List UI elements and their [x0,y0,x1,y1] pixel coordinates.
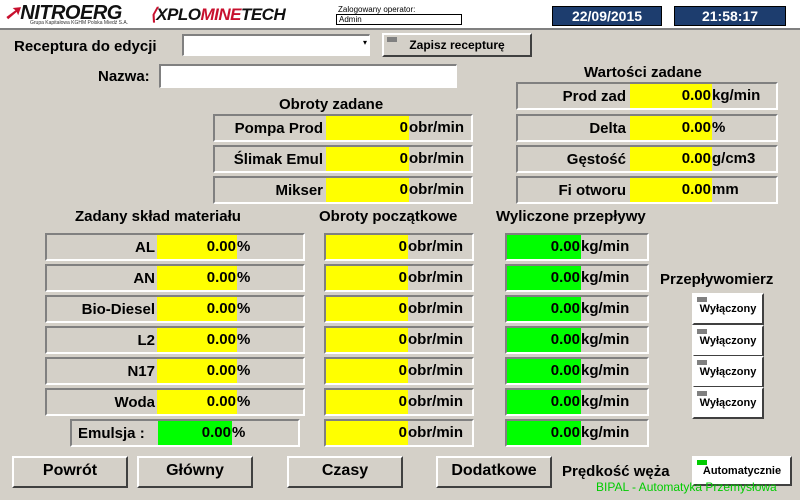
flowmeter-toggle[interactable]: Wyłączony [692,293,764,325]
composition-title: Zadany skład materiału [75,208,241,225]
recipe-label: Receptura do edycji [14,38,157,55]
footer-credit: BIPAL - Automatyka Przemysłowa [596,480,777,494]
initial-rpm-row: 0 obr/min [324,326,474,354]
indicator-icon [387,37,397,42]
rpm-set-title: Obroty zadane [279,96,384,113]
set-value-input[interactable]: 0.00 [630,84,712,108]
initial-rpm-input[interactable]: 0 [326,390,408,414]
initial-rpm-input[interactable]: 0 [326,266,408,290]
composition-row: Bio-Diesel 0.00 % [45,295,305,323]
date-display: 22/09/2015 [552,6,662,26]
initial-rpm-input[interactable]: 0 [326,421,408,445]
auger-speed-label: Prędkość węża [562,463,670,480]
flow-row: 0.00 kg/min [505,264,649,292]
composition-row: AN 0.00 % [45,264,305,292]
flow-value: 0.00 [507,359,581,383]
indicator-icon [697,391,707,396]
flows-title: Wyliczone przepływy [496,208,646,225]
set-value-row: Prod zad 0.00 kg/min [516,82,778,110]
indicator-icon [697,460,707,465]
set-values-title: Wartości zadane [584,64,702,81]
recipe-select[interactable]: ▾ [182,34,370,56]
composition-input[interactable]: 0.00 [157,328,237,352]
initial-rpm-row: 0 obr/min [324,419,474,447]
indicator-icon [697,360,707,365]
flowmeter-toggle[interactable]: Wyłączony [692,356,764,388]
indicator-icon [697,329,707,334]
initial-rpm-row: 0 obr/min [324,264,474,292]
extra-button[interactable]: Dodatkowe [436,456,552,488]
initial-rpm-input[interactable]: 0 [326,359,408,383]
initial-rpm-row: 0 obr/min [324,388,474,416]
flow-row: 0.00 kg/min [505,357,649,385]
initial-rpm-row: 0 obr/min [324,357,474,385]
set-value-row: Delta 0.00 % [516,114,778,142]
main-button[interactable]: Główny [137,456,253,488]
composition-row: AL 0.00 % [45,233,305,261]
composition-row: Woda 0.00 % [45,388,305,416]
chevron-down-icon[interactable]: ▾ [363,38,367,47]
emulsion-value: 0.00 [158,421,232,445]
flow-value: 0.00 [507,266,581,290]
set-value-row: Gęstość 0.00 g/cm3 [516,145,778,173]
composition-input[interactable]: 0.00 [157,235,237,259]
operator-label: Zalogowany operator: [338,5,416,14]
flow-row: 0.00 kg/min [505,326,649,354]
flow-value: 0.00 [507,390,581,414]
emulsion-row: Emulsja : 0.00 % [70,419,300,447]
initial-rpm-input[interactable]: 0 [326,297,408,321]
times-button[interactable]: Czasy [287,456,403,488]
flow-row: 0.00 kg/min [505,388,649,416]
set-value-input[interactable]: 0.00 [630,178,712,202]
set-value-row: Fi otworu 0.00 mm [516,176,778,204]
rpm-set-input[interactable]: 0 [326,178,409,202]
save-recipe-button[interactable]: Zapisz recepturę [382,33,532,57]
flowmeter-toggle[interactable]: Wyłączony [692,325,764,357]
initial-rpm-input[interactable]: 0 [326,328,408,352]
initial-rpm-row: 0 obr/min [324,233,474,261]
back-button[interactable]: Powrót [12,456,128,488]
indicator-icon [697,297,707,302]
composition-input[interactable]: 0.00 [157,297,237,321]
explominetech-logo: ⟨XPLOMINETECH [150,5,286,24]
initial-rpm-input[interactable]: 0 [326,235,408,259]
rpm-set-row: Mikser 0 obr/min [213,176,473,204]
set-value-input[interactable]: 0.00 [630,116,712,140]
flow-value: 0.00 [507,235,581,259]
composition-row: N17 0.00 % [45,357,305,385]
nitroerg-logo-subtitle: Grupa Kapitałowa KGHM Polska Miedź S.A. [30,20,129,26]
flowmeter-toggle[interactable]: Wyłączony [692,387,764,419]
composition-row: L2 0.00 % [45,326,305,354]
name-input[interactable] [159,64,457,88]
flowmeter-title: Przepływomierz [660,271,774,288]
rpm-set-input[interactable]: 0 [326,116,409,140]
rpm-set-row: Pompa Prod 0 obr/min [213,114,473,142]
rpm-set-row: Ślimak Emul 0 obr/min [213,145,473,173]
flow-value: 0.00 [507,421,581,445]
initial-rpm-title: Obroty początkowe [319,208,458,225]
time-display: 21:58:17 [674,6,786,26]
flow-row: 0.00 kg/min [505,419,649,447]
composition-input[interactable]: 0.00 [157,266,237,290]
operator-value: Admin [336,14,462,25]
rpm-set-input[interactable]: 0 [326,147,409,171]
flow-row: 0.00 kg/min [505,233,649,261]
name-label: Nazwa: [98,68,150,85]
flow-value: 0.00 [507,297,581,321]
set-value-input[interactable]: 0.00 [630,147,712,171]
composition-input[interactable]: 0.00 [157,390,237,414]
composition-input[interactable]: 0.00 [157,359,237,383]
flow-value: 0.00 [507,328,581,352]
flow-row: 0.00 kg/min [505,295,649,323]
initial-rpm-row: 0 obr/min [324,295,474,323]
